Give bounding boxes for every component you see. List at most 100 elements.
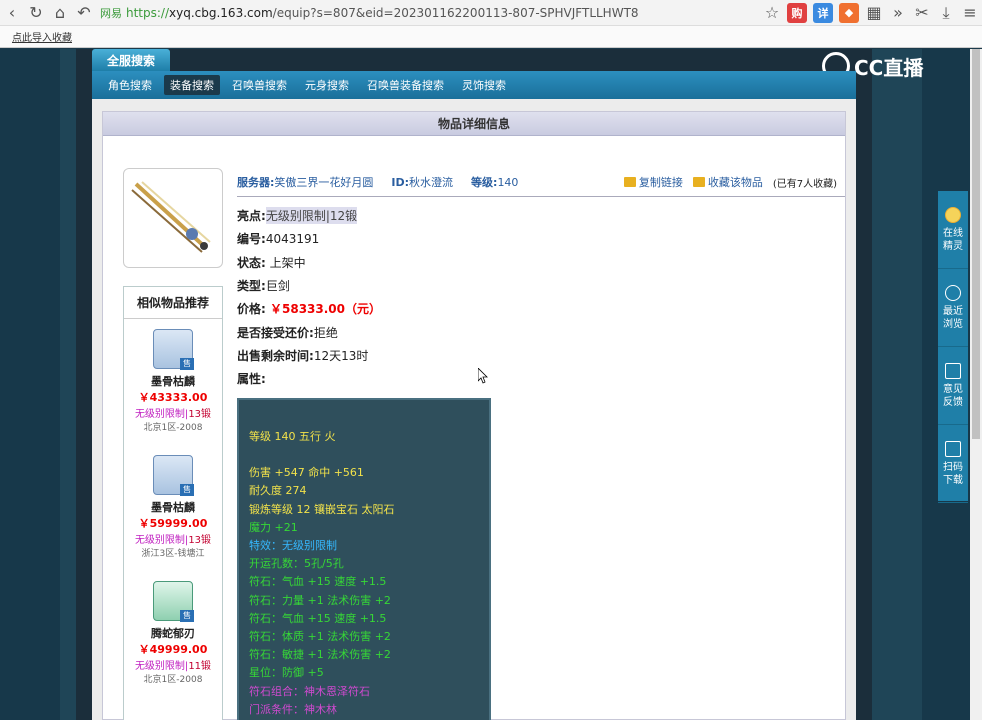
server-label: 服务器: <box>237 176 275 189</box>
recommend-name: 墨骨枯麟 <box>151 375 195 388</box>
address-bar[interactable]: 网易 https:// xyq.cbg.163.com /equip?s=807… <box>100 2 756 24</box>
id-value: 秋水澄流 <box>409 176 454 189</box>
search-nav: 角色搜索 装备搜索 召唤兽搜索 元身搜索 召唤兽装备搜索 灵饰搜索 <box>92 71 856 99</box>
attr-line: 符石：力量 +1 法术伤害 +2 <box>249 593 391 607</box>
recommend-title: 相似物品推荐 <box>124 287 222 319</box>
scissors-icon[interactable]: ✂ <box>910 1 934 25</box>
link-icon <box>623 177 636 187</box>
url-host: xyq.cbg.163.com <box>169 5 273 20</box>
recommend-server: 浙江3区-钱塘江 <box>141 549 205 559</box>
field-highlight: 亮点: 无级别限制|12锻 <box>237 207 358 225</box>
menu-icon[interactable]: ≡ <box>958 1 982 25</box>
item-image[interactable] <box>123 168 223 268</box>
page: CC直播 全服搜索 角色搜索 装备搜索 召唤兽搜索 元身搜索 召唤兽装备搜索 灵… <box>0 49 982 720</box>
attr-line: 星位：防御 +5 <box>249 666 324 680</box>
left-bg <box>0 49 60 720</box>
attr-line: 符石组合：神木恩泽符石 <box>249 684 370 698</box>
recommend-tag: 无级别限制|11锻 <box>134 661 212 672</box>
recommend-item[interactable]: 售 腾蛇郁刃 ￥49999.00 无级别限制|11锻 北京1区-2008 <box>124 571 222 697</box>
side-feedback[interactable]: 意见 反馈 <box>938 347 968 425</box>
recommend-item[interactable]: 售 墨骨枯麟 ￥59999.00 无级别限制|13锻 浙江3区-钱塘江 <box>124 445 222 571</box>
copy-link-button[interactable]: 复制链接 <box>623 174 683 190</box>
secure-badge: 网易 <box>100 6 122 20</box>
level-value: 140 <box>497 175 519 189</box>
nav-equip-search[interactable]: 装备搜索 <box>164 75 220 95</box>
side-recent-browse[interactable]: 最近 浏览 <box>938 269 968 347</box>
nav-pet-search[interactable]: 召唤兽搜索 <box>226 75 293 95</box>
collect-count: (已有7人收藏) <box>772 178 837 190</box>
recommend-price: ￥49999.00 <box>138 643 208 656</box>
url-prefix: https:// <box>126 5 170 20</box>
page-scrollbar[interactable] <box>970 49 982 720</box>
home-icon[interactable]: ⌂ <box>48 1 72 25</box>
weapon-icon: 售 <box>153 455 194 496</box>
collect-button[interactable]: 收藏该物品 <box>692 174 763 190</box>
recommend-tag: 无级别限制|13锻 <box>134 535 212 546</box>
game-ext-icon[interactable]: ◆ <box>839 2 859 23</box>
url-path: /equip?s=807&eid=202301162200113-807-SPH… <box>272 5 639 20</box>
download-icon[interactable]: ⤓ <box>934 1 958 25</box>
weapon-icon: 售 <box>153 581 194 622</box>
nav-pet-equip-search[interactable]: 召唤兽装备搜索 <box>361 75 450 95</box>
attr-line: 等级 140 五行 火 <box>249 430 336 443</box>
field-bargain: 是否接受还价: 拒绝 <box>237 325 338 340</box>
back-icon[interactable]: ‹ <box>0 1 24 25</box>
scan-icon <box>945 440 961 457</box>
shop-ext-icon[interactable]: 购 <box>787 2 807 23</box>
item-fields: 亮点: 无级别限制|12锻 编号: 4043191 状态: 上架中 类型: 巨剑 价格… <box>237 204 381 390</box>
side-online-helper[interactable]: 在线 精灵 <box>938 191 968 269</box>
folder-icon <box>692 177 705 187</box>
detail-box: 物品详细信息 相似物品推荐 售 墨骨枯麟 ￥43333.00 无级别限制|13锻 <box>102 111 846 720</box>
item-actions: 复制链接 收藏该物品 (已有7人收藏) <box>614 174 837 190</box>
side-widget: 在线 精灵 最近 浏览 意见 反馈 扫码 下载 <box>938 191 968 503</box>
more-chevron-icon[interactable]: » <box>886 1 910 25</box>
attr-line: 符石：体质 +1 法术伤害 +2 <box>249 630 391 644</box>
item-summary-row: 服务器: 笑傲三界一花好月圆 ID: 秋水澄流 等级: 140 复制链接 收藏该… <box>237 172 837 192</box>
star-icon[interactable]: ☆ <box>760 1 784 25</box>
recommend-server: 北京1区-2008 <box>143 423 203 433</box>
sword-icon <box>131 181 211 253</box>
import-bookmarks-link[interactable]: 点此导入收藏 <box>12 29 72 44</box>
on-sale-badge: 售 <box>180 610 194 622</box>
helper-avatar-icon <box>945 206 961 223</box>
apps-grid-icon[interactable]: ▦ <box>862 1 886 25</box>
field-attributes: 属性: <box>237 372 266 387</box>
attr-line: 锻炼等级 12 镶嵌宝石 太阳石 <box>249 502 395 516</box>
recommend-tag: 无级别限制|13锻 <box>134 409 212 420</box>
attr-line: 魔力 +21 <box>249 520 298 534</box>
attr-line: 符石：气血 +15 速度 +1.5 <box>249 611 387 625</box>
undo-icon[interactable]: ↶ <box>72 1 96 25</box>
field-status: 状态: 上架中 <box>237 255 306 270</box>
detail-header: 物品详细信息 <box>103 112 845 136</box>
recommend-item[interactable]: 售 墨骨枯麟 ￥43333.00 无级别限制|13锻 北京1区-2008 <box>124 319 222 445</box>
nav-avatar-search[interactable]: 元身搜索 <box>299 75 355 95</box>
cc-logo-text: CC直播 <box>854 55 924 80</box>
attr-line: 耐久度 274 <box>249 484 307 498</box>
field-price: 价格: ￥58333.00（元） <box>237 302 381 317</box>
attr-line: 符石：气血 +15 速度 +1.5 <box>249 575 387 589</box>
nav-role-search[interactable]: 角色搜索 <box>102 75 158 95</box>
bookmarks-bar: 点此导入收藏 <box>0 26 982 48</box>
on-sale-badge: 售 <box>180 358 194 370</box>
clock-icon <box>945 284 961 301</box>
tab-all-server-search[interactable]: 全服搜索 <box>92 49 170 71</box>
weapon-icon: 售 <box>153 329 194 370</box>
attr-line: 特效：无级别限制 <box>249 539 337 553</box>
field-remaining-time: 出售剩余时间: 12天13时 <box>237 348 369 363</box>
nav-ornament-search[interactable]: 灵饰搜索 <box>456 75 512 95</box>
detail-ext-icon[interactable]: 详 <box>813 2 833 23</box>
server-value: 笑傲三界一花好月圆 <box>274 176 374 189</box>
recommend-price: ￥43333.00 <box>138 391 208 404</box>
refresh-icon[interactable]: ↻ <box>24 1 48 25</box>
scrollbar-thumb[interactable] <box>972 49 980 439</box>
level-label: 等级: <box>471 176 498 189</box>
side-scan-download[interactable]: 扫码 下载 <box>938 425 968 503</box>
content-panel: 物品详细信息 相似物品推荐 售 墨骨枯麟 ￥43333.00 无级别限制|13锻 <box>92 99 856 720</box>
on-sale-badge: 售 <box>180 484 194 496</box>
id-label: ID: <box>391 175 410 189</box>
divider <box>237 196 845 197</box>
attr-line: 符石：敏捷 +1 法术伤害 +2 <box>249 648 391 662</box>
recommend-name: 墨骨枯麟 <box>151 501 195 514</box>
attr-line: 门派条件：神木林 <box>249 702 337 716</box>
attr-line: 开运孔数：5孔/5孔 <box>249 557 344 571</box>
